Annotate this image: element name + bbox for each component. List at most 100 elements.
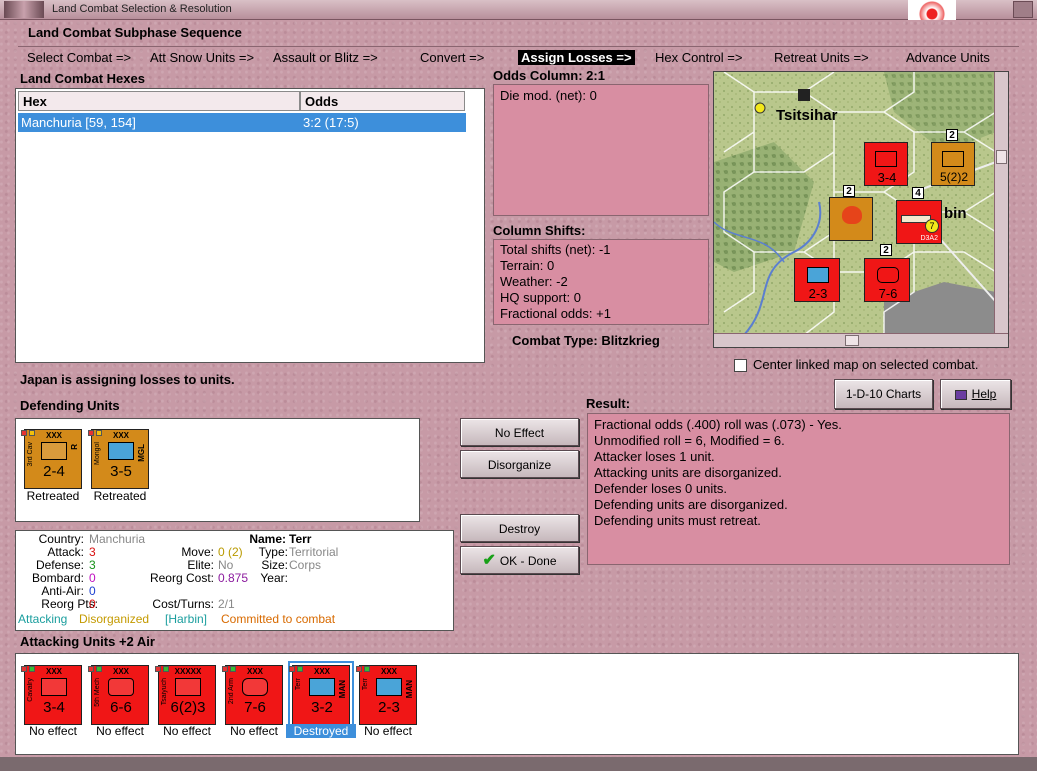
step-select-combat: Select Combat => [27,50,132,65]
table-row[interactable]: Manchuria [59, 154] 3:2 (17:5) [18,113,466,132]
step-att-snow-units: Att Snow Units => [150,50,255,65]
charts-button[interactable]: 1-D-10 Charts [834,379,933,409]
cost-turns-value: 2/1 [218,597,235,611]
attacking-unit-2[interactable]: XXX 5th Mech 6-6 [88,665,149,725]
name-label: Name: [249,532,286,546]
defending-unit-1[interactable]: XXX 3rd Cav R 2-4 [21,429,82,489]
antiair-label: Anti-Air: [41,584,84,598]
defending-unit-2[interactable]: XXX Mongol MGL 3-5 [88,429,149,489]
map-air-unit[interactable]: 7 D3A2 [896,200,942,244]
map-unit[interactable]: 7-6 [864,258,910,302]
year-label: Year: [260,571,288,585]
cavalry-icon [41,442,67,460]
elite-label: Elite: [187,558,214,572]
unit-size: XXX [45,431,62,440]
result-line: Fractional odds (.400) roll was (.073) -… [594,417,842,432]
odds-cell: 3:2 (17:5) [303,115,359,130]
armor-icon [877,267,899,283]
status-location: [Harbin] [165,612,208,626]
map-vscroll-thumb[interactable] [996,150,1007,164]
disorganize-button[interactable]: Disorganize [460,450,579,478]
hexes-title: Land Combat Hexes [20,71,145,86]
result-line: Defending units must retreat. [594,513,761,528]
step-assault-or-blitz: Assault or Blitz => [273,50,378,65]
unit-strength: 6(2)3 [170,699,206,716]
unit-name: Terr [362,678,369,691]
shift-fractional-odds: Fractional odds: +1 [500,306,611,321]
map-city-label: Tsitsihar [776,107,838,124]
name-value: Terr [289,532,312,546]
unit-status: Retreated [93,489,147,503]
close-icon[interactable] [1013,1,1033,18]
map-horizontal-scrollbar[interactable] [714,333,1008,347]
stack-count: 2 [880,244,892,256]
move-label: Move: [181,545,214,559]
type-label: Type: [258,545,288,559]
unit-size: XXX [45,667,62,676]
status-committed: Committed to combat [221,612,336,626]
map-partial-label: bin [944,205,967,222]
attacking-unit-4[interactable]: XXX 2nd Arm 7-6 [222,665,283,725]
map-unit[interactable]: 3-4 [864,142,908,186]
attacking-units-panel: XXX Cavalry 3-4 No effect XXX 5th Mech 6… [15,653,1019,755]
step-convert: Convert => [420,50,485,65]
center-linked-option[interactable]: Center linked map on selected combat. [734,357,978,373]
col-hex-header[interactable]: Hex [18,91,300,111]
shift-weather: Weather: -2 [500,274,568,289]
step-retreat-units: Retreat Units => [774,50,869,65]
map-unit[interactable]: 2-3 [794,258,840,302]
combat-type: Combat Type: Blitzkrieg [512,333,660,348]
attack-label: Attack: [47,545,84,559]
territorial-icon [807,267,829,283]
map-unit[interactable]: 5(2)2 [931,142,975,186]
subphase-header: Land Combat Subphase Sequence [28,25,242,40]
subphase-sequence: Land Combat Subphase Sequence Select Com… [18,24,1019,68]
result-line: Attacker loses 1 unit. [594,449,715,464]
center-linked-checkbox[interactable] [734,359,747,373]
unit-size: XXXXX [174,667,202,676]
combat-fire-icon [842,206,862,224]
attacking-unit-6[interactable]: XXX Terr MAN 2-3 [356,665,417,725]
mini-map[interactable]: Tsitsihar bin 3-4 5(2)2 7 D3A2 2-3 7-6 2… [713,71,1009,348]
unit-status: No effect [364,724,412,738]
window-title: Land Combat Selection & Resolution [52,3,232,15]
country-label: Country: [38,532,84,546]
odds-box: Die mod. (net): 0 [493,84,709,216]
map-hscroll-thumb[interactable] [845,335,859,346]
defense-value: 3 [89,558,96,572]
map-vertical-scrollbar[interactable] [994,72,1008,335]
unit-status: Retreated [26,489,80,503]
result-line: Defending units are disorganized. [594,497,788,512]
defending-units-title: Defending Units [20,398,120,413]
destroy-button[interactable]: Destroy [460,514,579,542]
map-unit-strength: 7-6 [878,286,898,301]
attacking-unit-1[interactable]: XXX Cavalry 3-4 [21,665,82,725]
attacking-unit-5[interactable]: XXX Terr MAN 3-2 [288,661,354,729]
unit-info-panel: Country: Manchuria Attack: 3 Defense: 3 … [15,530,454,631]
no-effect-button[interactable]: No Effect [460,418,579,446]
reorg-pts-label: Reorg Pts: [41,597,98,611]
help-button[interactable]: Help [940,379,1011,409]
territorial-icon [309,678,335,696]
air-badge: 7 [925,219,939,233]
air-unit-label: D3A2 [920,235,938,242]
result-box: Fractional odds (.400) roll was (.073) -… [587,413,1010,565]
type-value: Territorial [289,545,339,559]
mech-icon [108,678,134,696]
unit-status: No effect [163,724,211,738]
unit-strength: 3-4 [43,699,65,716]
stack-count: 4 [912,187,924,199]
japan-flag-icon [908,0,956,20]
title-bar: Land Combat Selection & Resolution [0,0,1037,20]
hexes-table[interactable]: Hex Odds Manchuria [59, 154] 3:2 (17:5) [15,88,485,363]
help-label: Help [971,387,997,401]
attacking-unit-3[interactable]: XXXXX Tsaiyuch 6(2)3 [155,665,216,725]
reorg-pts-value: 0 [89,597,96,611]
result-line: Defender loses 0 units. [594,481,727,496]
stack-count: 2 [946,129,958,141]
ok-done-button[interactable]: ✔ OK - Done [460,546,579,574]
defending-units-panel: XXX 3rd Cav R 2-4 Retreated XXX Mongol M… [15,418,420,522]
size-label: Size: [261,558,288,572]
col-odds-header[interactable]: Odds [300,91,465,111]
map-unit-combat[interactable] [829,197,873,241]
